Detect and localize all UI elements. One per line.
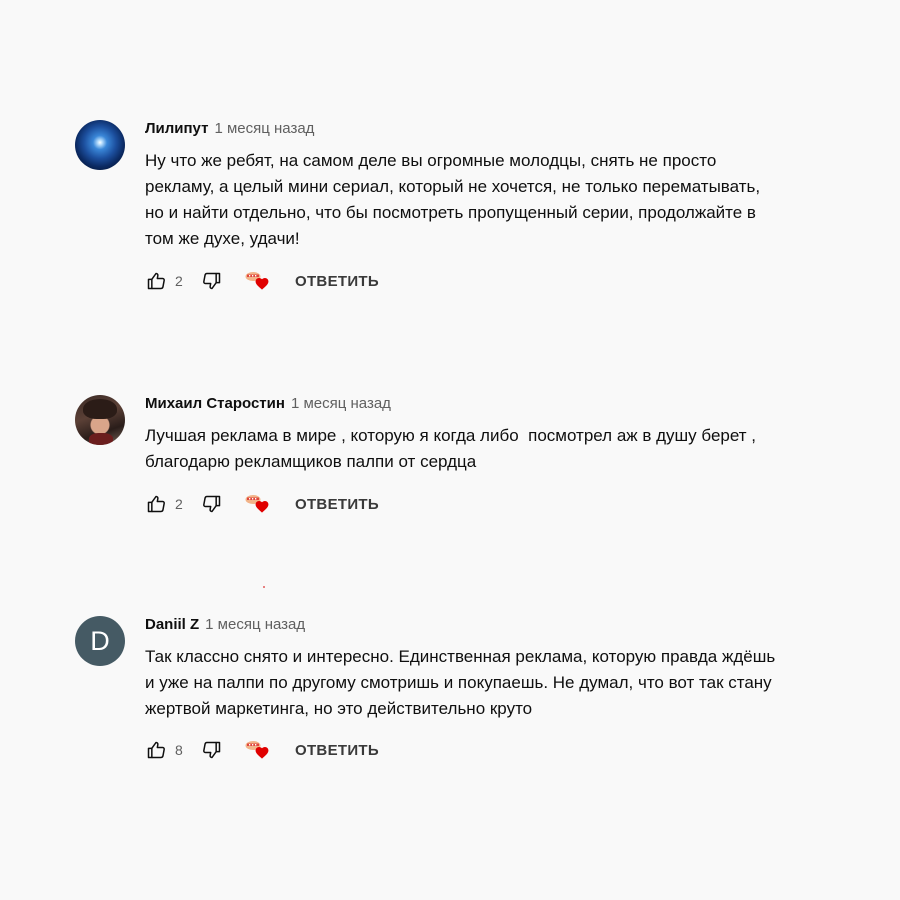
comment-item: Михаил Старостин 1 месяц назад Лучшая ре…	[75, 395, 835, 516]
dislike-button[interactable]	[201, 493, 223, 515]
thumbs-up-icon	[147, 741, 165, 759]
thumbs-down-icon	[203, 741, 221, 759]
comment-author[interactable]: Лилипут	[145, 120, 208, 137]
creator-heart-icon	[255, 277, 269, 290]
creator-heart	[245, 269, 271, 293]
comment-text: Так классно снято и интересно. Единствен…	[145, 647, 776, 718]
like-button[interactable]	[145, 493, 167, 515]
comment-author[interactable]: Daniil Z	[145, 616, 199, 633]
comment-header: Daniil Z 1 месяц назад	[145, 616, 835, 636]
avatar[interactable]: D	[75, 616, 125, 666]
thumbs-down-icon	[203, 495, 221, 513]
comment-body: Михаил Старостин 1 месяц назад Лучшая ре…	[145, 395, 835, 516]
avatar-letter: D	[90, 625, 110, 656]
like-button[interactable]	[145, 739, 167, 761]
reply-button[interactable]: ОТВЕТИТЬ	[295, 742, 379, 759]
comment-body: Daniil Z 1 месяц назад Так классно снято…	[145, 616, 835, 762]
comment-header: Лилипут 1 месяц назад	[145, 120, 835, 140]
creator-heart	[245, 492, 271, 516]
like-count: 2	[175, 496, 183, 512]
comment-header: Михаил Старостин 1 месяц назад	[145, 395, 835, 415]
dislike-button[interactable]	[201, 270, 223, 292]
comment-actions: 2 ОТВЕТИТЬ	[145, 269, 835, 293]
reply-button[interactable]: ОТВЕТИТЬ	[295, 273, 379, 290]
like-count: 8	[175, 742, 183, 758]
creator-heart-icon	[255, 746, 269, 759]
comment-timestamp[interactable]: 1 месяц назад	[214, 120, 314, 137]
comment-item: Лилипут 1 месяц назад Ну что же ребят, н…	[75, 120, 835, 293]
comment-text: Ну что же ребят, на самом деле вы огромн…	[145, 151, 761, 248]
avatar[interactable]	[75, 395, 125, 445]
creator-heart	[245, 738, 271, 762]
comment-timestamp[interactable]: 1 месяц назад	[205, 616, 305, 633]
reply-button[interactable]: ОТВЕТИТЬ	[295, 496, 379, 513]
like-count: 2	[175, 273, 183, 289]
comment-timestamp[interactable]: 1 месяц назад	[291, 395, 391, 412]
dislike-button[interactable]	[201, 739, 223, 761]
comment-author[interactable]: Михаил Старостин	[145, 395, 285, 412]
comment-actions: 8 ОТВЕТИТЬ	[145, 738, 835, 762]
comment-actions: 2 ОТВЕТИТЬ	[145, 492, 835, 516]
thumbs-up-icon	[147, 495, 165, 513]
decorative-dot	[263, 586, 265, 588]
creator-heart-icon	[255, 500, 269, 513]
comment-body: Лилипут 1 месяц назад Ну что же ребят, н…	[145, 120, 835, 293]
avatar[interactable]	[75, 120, 125, 170]
thumbs-up-icon	[147, 272, 165, 290]
comment-text: Лучшая реклама в мире , которую я когда …	[145, 426, 756, 471]
comment-item: D Daniil Z 1 месяц назад Так классно сня…	[75, 616, 835, 762]
like-button[interactable]	[145, 270, 167, 292]
thumbs-down-icon	[203, 272, 221, 290]
